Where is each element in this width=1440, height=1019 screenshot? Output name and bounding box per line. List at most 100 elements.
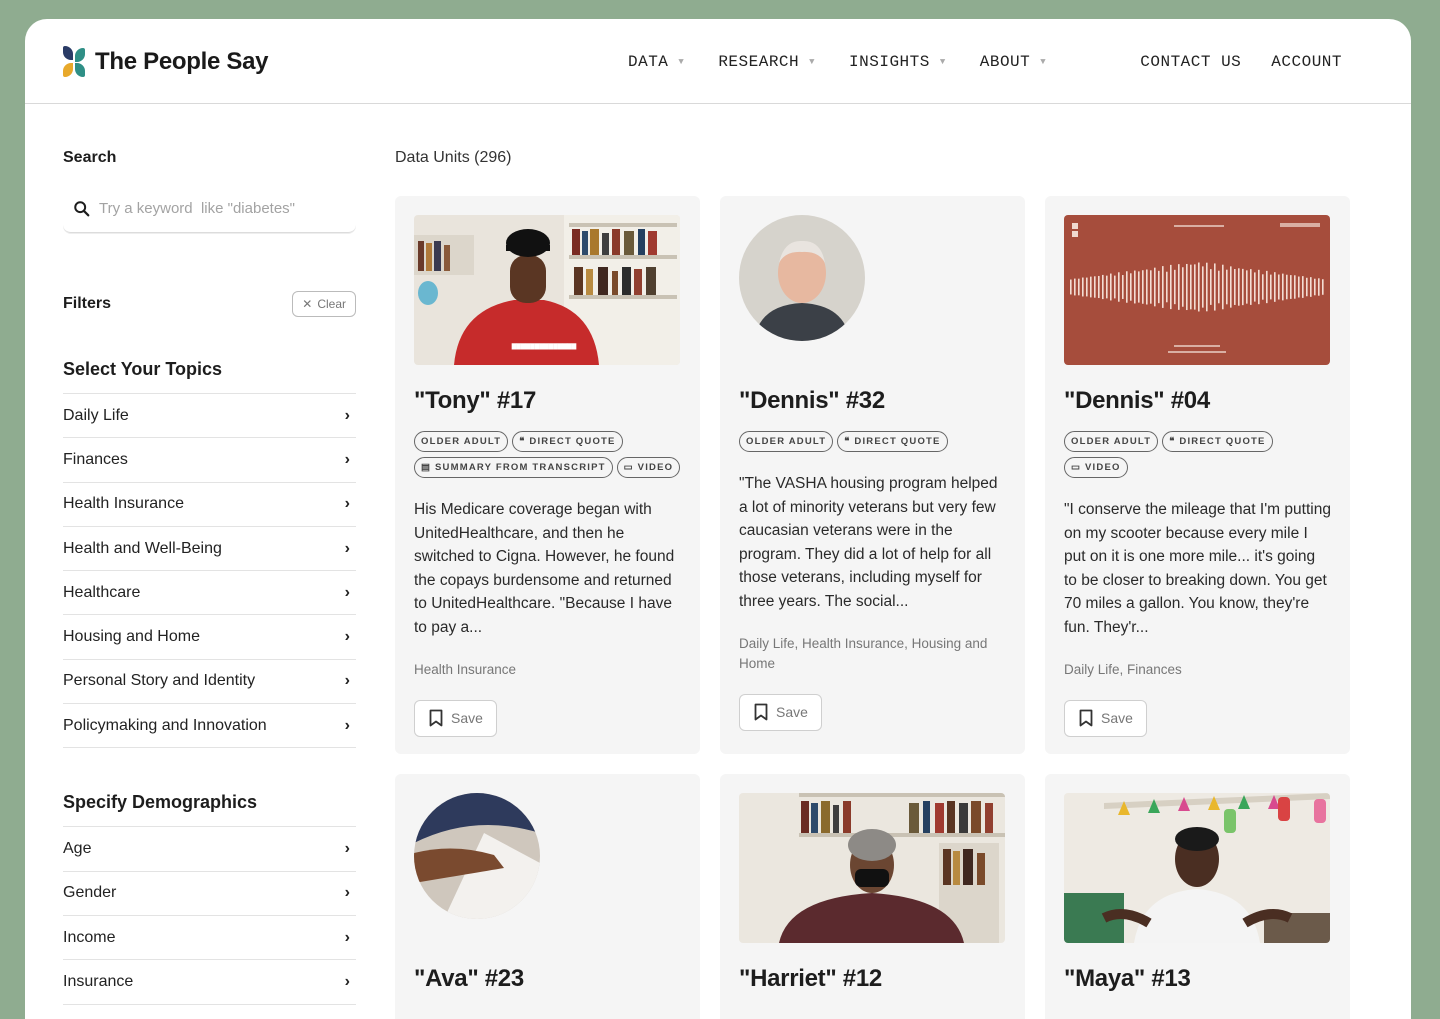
filters-label: Filters — [63, 295, 112, 312]
waveform-bar — [1110, 273, 1112, 301]
video-icon: ▭ — [1071, 462, 1086, 473]
waveform-bar — [1094, 276, 1096, 298]
waveform-bar — [1230, 266, 1232, 308]
tag-direct-quote: ❝ Direct Quote — [1162, 431, 1273, 452]
account-link[interactable]: ACCOUNT — [1271, 53, 1342, 71]
tag-summary: ▤ Summary From Transcript — [414, 457, 613, 478]
waveform-bar — [1278, 274, 1280, 300]
waveform-bar — [1294, 275, 1296, 299]
profile-photo[interactable] — [739, 215, 865, 341]
topic-housing-home[interactable]: Housing and Home › — [63, 615, 356, 660]
brand-logo[interactable]: The People Say — [63, 46, 269, 78]
chevron-right-icon: › — [344, 928, 350, 946]
tag-video: ▭ Video — [616, 457, 681, 478]
waveform-bar — [1106, 275, 1108, 299]
chevron-right-icon: › — [344, 628, 350, 646]
contact-us-link[interactable]: CONTACT US — [1140, 53, 1241, 71]
waveform-bar — [1238, 268, 1240, 306]
topic-personal-story[interactable]: Personal Story and Identity › — [63, 660, 356, 705]
waveform-bar — [1310, 277, 1312, 297]
clear-filters-button[interactable]: ✕ Clear — [292, 291, 356, 317]
data-unit-card[interactable]: ▇▇▇▇▇▇▇▇▇▇▇▇▇▇ "Tony" #17 Older Adult ❝ … — [395, 196, 700, 754]
waveform-bar — [1190, 264, 1192, 310]
video-thumbnail[interactable]: ▇▇▇▇▇▇▇▇▇▇▇▇▇▇ — [414, 215, 680, 365]
topic-policymaking[interactable]: Policymaking and Innovation › — [63, 704, 356, 749]
demographic-age[interactable]: Age › — [63, 827, 356, 872]
topic-healthcare[interactable]: Healthcare › — [63, 571, 356, 616]
demographic-gender[interactable]: Gender › — [63, 872, 356, 916]
search-input[interactable] — [99, 200, 339, 217]
card-categories: Daily Life, Health Insurance, Housing an… — [739, 635, 988, 671]
waveform-bar — [1218, 270, 1220, 304]
card-tags: Older Adult ❝ Direct Quote — [739, 431, 1006, 452]
card-tags: Older Adult ❝ Direct Quote ▤ Summary Fro… — [414, 431, 681, 478]
waveform-bar — [1102, 274, 1104, 300]
waveform-bar — [1202, 266, 1204, 308]
save-button[interactable]: Save — [414, 699, 497, 737]
waveform-bar — [1282, 273, 1284, 301]
waveform-bar — [1274, 272, 1276, 302]
topic-daily-life[interactable]: Daily Life › — [63, 394, 356, 439]
card-title[interactable]: "Maya" #13 — [1064, 965, 1331, 993]
data-units-count: Data Units (296) — [395, 149, 512, 166]
card-title[interactable]: "Dennis" #32 — [739, 387, 1006, 415]
card-tags: Older Adult ❝ Direct Quote ▭ Video — [1064, 431, 1331, 478]
demographic-insurance[interactable]: Insurance › — [63, 960, 356, 1005]
demographics-title: Specify Demographics — [63, 792, 356, 828]
save-button[interactable]: Save — [1064, 699, 1147, 737]
profile-photo[interactable] — [414, 793, 540, 919]
chevron-right-icon: › — [344, 539, 350, 557]
waveform-bar — [1082, 277, 1084, 297]
waveform-bar — [1322, 279, 1324, 295]
data-unit-card[interactable]: "Maya" #13 — [1045, 774, 1350, 1019]
waveform-bar — [1098, 275, 1100, 299]
chevron-down-icon: ▼ — [678, 57, 685, 67]
demographic-income[interactable]: Income › — [63, 916, 356, 961]
nav-insights[interactable]: INSIGHTS ▼ — [849, 53, 946, 71]
waveform-bar — [1242, 268, 1244, 306]
search-label: Search — [63, 149, 117, 166]
tag-direct-quote: ❝ Direct Quote — [837, 431, 948, 452]
data-unit-card[interactable]: "Harriet" #12 — [720, 774, 1025, 1019]
topic-health-well-being[interactable]: Health and Well-Being › — [63, 527, 356, 572]
nav-right: CONTACT US ACCOUNT — [1140, 53, 1342, 71]
waveform-bar — [1258, 269, 1260, 305]
waveform-bar — [1130, 273, 1132, 301]
tag-older-adult: Older Adult — [739, 431, 834, 452]
card-title[interactable]: "Tony" #17 — [414, 387, 681, 415]
topic-health-insurance[interactable]: Health Insurance › — [63, 483, 356, 527]
data-unit-card[interactable]: "Dennis" #04 Older Adult ❝ Direct Quote … — [1045, 196, 1350, 754]
waveform-bar — [1126, 271, 1128, 303]
topic-finances[interactable]: Finances › — [63, 438, 356, 483]
waveform-bar — [1134, 270, 1136, 304]
nav-data[interactable]: DATA ▼ — [628, 53, 684, 71]
quote-icon: ❝ — [844, 436, 855, 447]
topics-list: Daily Life › Finances › Health Insurance › … — [63, 394, 356, 749]
waveform-bar — [1194, 264, 1196, 310]
video-thumbnail[interactable] — [739, 793, 1005, 943]
video-thumbnail[interactable] — [1064, 793, 1330, 943]
quote-icon: ❝ — [519, 436, 530, 447]
waveform-bar — [1174, 269, 1176, 305]
audio-waveform-thumbnail[interactable] — [1064, 215, 1330, 365]
waveform-bar — [1170, 264, 1172, 310]
data-unit-card[interactable]: "Dennis" #32 Older Adult ❝ Direct Quote … — [720, 196, 1025, 754]
card-title[interactable]: "Ava" #23 — [414, 965, 681, 993]
waveform-bar — [1166, 271, 1168, 303]
waveform-bar — [1074, 278, 1076, 296]
card-title[interactable]: "Harriet" #12 — [739, 965, 1006, 993]
nav-about[interactable]: ABOUT ▼ — [980, 53, 1046, 71]
nav-research[interactable]: RESEARCH ▼ — [718, 53, 815, 71]
chevron-right-icon: › — [344, 583, 350, 601]
data-unit-card[interactable]: "Ava" #23 — [395, 774, 700, 1019]
waveform-bar — [1306, 277, 1308, 297]
demographics-list: Age › Gender › Income › Insurance › — [63, 827, 356, 1005]
bookmark-icon — [754, 703, 768, 721]
card-title[interactable]: "Dennis" #04 — [1064, 387, 1331, 415]
save-button[interactable]: Save — [739, 693, 822, 731]
chevron-right-icon: › — [344, 840, 350, 858]
logo-mark-icon — [63, 46, 87, 78]
chevron-right-icon: › — [344, 450, 350, 468]
chevron-down-icon: ▼ — [809, 57, 816, 67]
waveform-bar — [1314, 278, 1316, 296]
